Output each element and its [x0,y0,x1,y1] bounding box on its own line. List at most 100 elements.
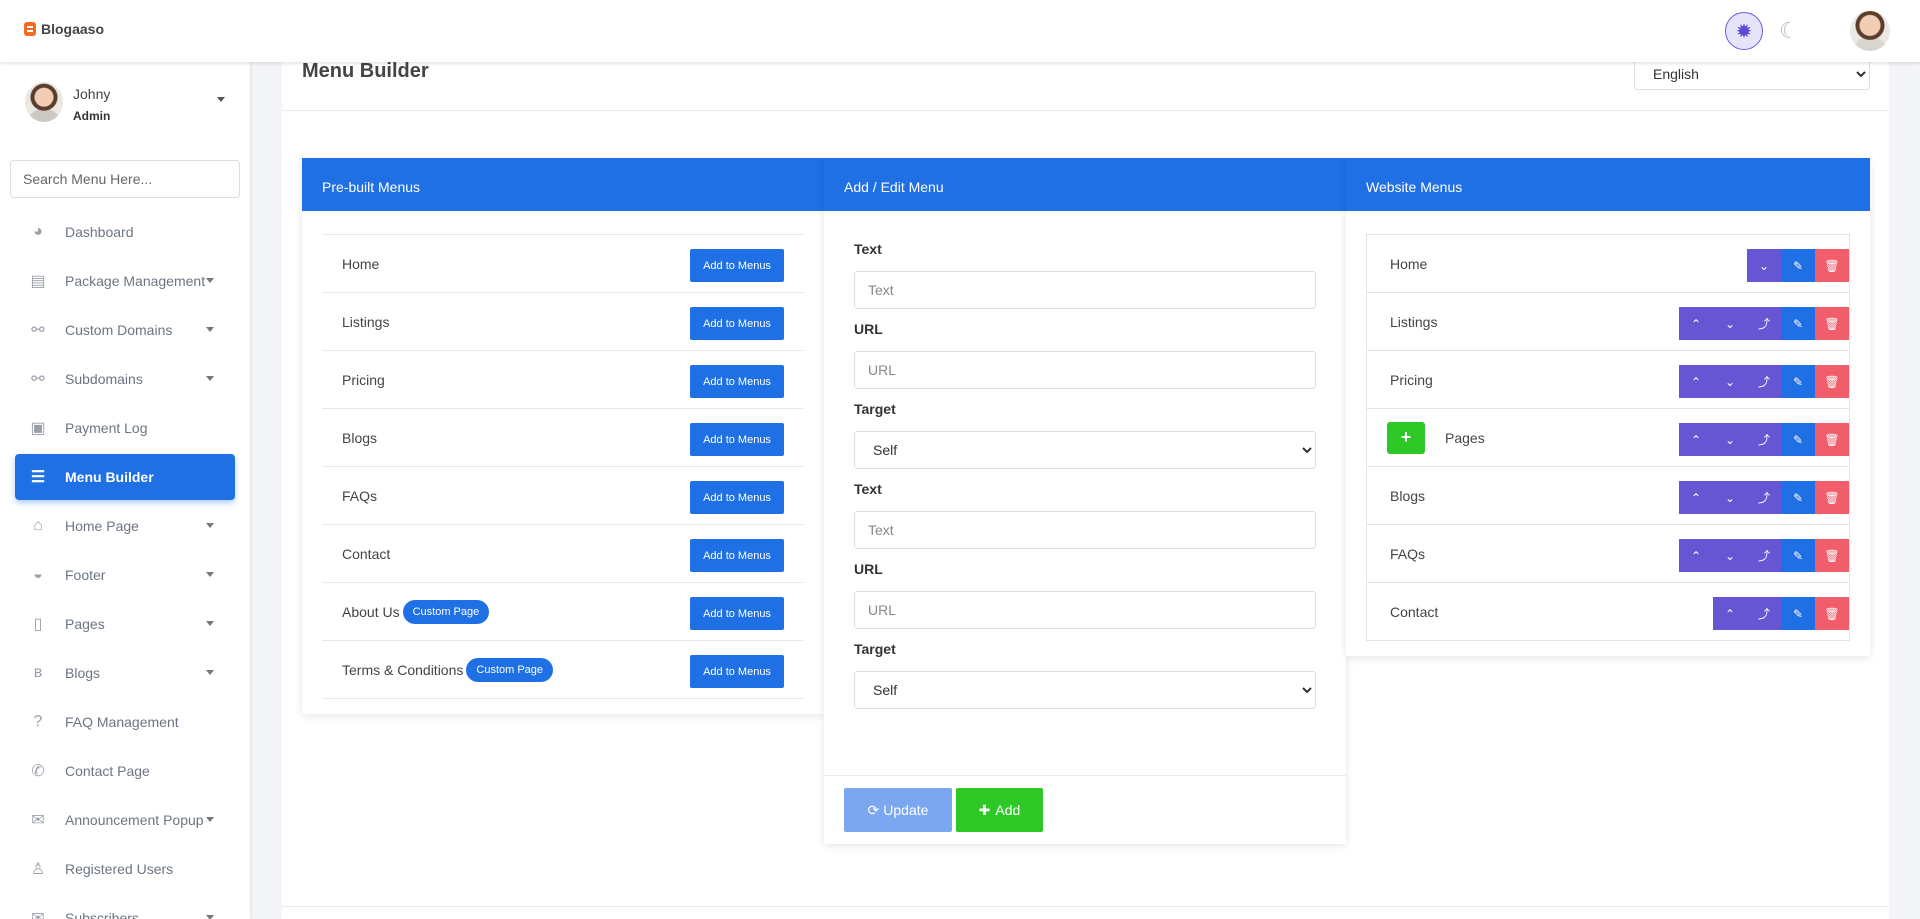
delete-button[interactable]: 🗑 [1815,539,1849,572]
sidebar-item-custom-domains[interactable]: ⚯ Custom Domains [0,305,250,354]
sidebar-item-dashboard[interactable]: ◕ Dashboard [0,207,250,256]
prebuilt-menus-title: Pre-built Menus [302,158,824,211]
custom-page-badge: Custom Page [466,657,554,682]
delete-button[interactable]: 🗑 [1815,249,1849,282]
chevron-down-icon[interactable] [217,97,225,102]
move-down-button[interactable]: ⌄ [1713,481,1747,514]
move-up-button[interactable]: ⌃ [1679,365,1713,398]
sidebar-item-subdomains[interactable]: ⚯ Subdomains [0,354,250,403]
sidebar-item-label: Custom Domains [65,321,173,338]
sidebar-item-home-page[interactable]: ⌂ Home Page [0,501,250,550]
edit-button[interactable]: ✎ [1781,481,1815,514]
add-to-menus-button[interactable]: Add to Menus [690,307,784,340]
trash-icon: 🗑 [1824,548,1840,563]
website-menus-list: Home ⌄ ✎ 🗑 Listings ⌃ ⌄ ⤴ ✎ 🗑 Pricing ⌃ ⌄ ⤴ ✎ 🗑 + Pages ⌃ ⌄… [1366,234,1850,641]
update-button[interactable]: ⟳ Update [844,788,952,832]
sidebar-item-contact-page[interactable]: ✆ Contact Page [0,746,250,795]
move-up-button[interactable]: ⌃ [1713,597,1747,630]
prebuilt-menus-list: Home Add to Menus Listings Add to Menus Pric… [322,234,804,699]
edit-button[interactable]: ✎ [1781,597,1815,630]
sidebar-item-payment-log[interactable]: ▣ Payment Log [0,403,250,452]
move-up-button[interactable]: ⌃ [1679,481,1713,514]
text-label-2: Text [854,481,882,497]
sidebar-item-package-management[interactable]: ▤ Package Management [0,256,250,305]
moon-icon: ☾ [1779,18,1799,43]
edit-button[interactable]: ✎ [1781,249,1815,282]
registered-users-icon: ♙ [30,860,46,878]
delete-button[interactable]: 🗑 [1815,365,1849,398]
list-item: FAQs ⌃ ⌄ ⤴ ✎ 🗑 [1367,525,1849,583]
menu-label: Terms & Conditions [342,661,464,678]
expand-button[interactable]: + [1387,421,1425,454]
light-theme-button[interactable]: ✹ [1725,12,1763,50]
chevron-up-icon: ⌃ [1690,316,1702,331]
list-item: FAQs Add to Menus [322,467,804,525]
move-out-button[interactable]: ⤴ [1747,481,1781,514]
profile-avatar[interactable] [1850,11,1890,51]
sidebar-item-blogs[interactable]: ʙ Blogs [0,648,250,697]
sidebar-item-footer[interactable]: ◒ Footer [0,550,250,599]
user-profile[interactable]: Johny Admin [25,82,235,126]
chevron-down-icon: ⌄ [1724,490,1736,505]
add-to-menus-button[interactable]: Add to Menus [690,481,784,514]
delete-button[interactable]: 🗑 [1815,423,1849,456]
move-up-button[interactable]: ⌃ [1679,539,1713,572]
move-down-button[interactable]: ⌄ [1747,249,1781,282]
delete-button[interactable]: 🗑 [1815,481,1849,514]
text-input-2[interactable] [854,511,1316,549]
text-input[interactable] [854,271,1316,309]
add-to-menus-button[interactable]: Add to Menus [690,365,784,398]
logo[interactable]: Blogaaso [24,21,104,37]
delete-button[interactable]: 🗑 [1815,597,1849,630]
sidebar-item-faq-management[interactable]: ? FAQ Management [0,697,250,746]
add-to-menus-button[interactable]: Add to Menus [690,423,784,456]
sidebar-item-announcement-popup[interactable]: ✉ Announcement Popup [0,795,250,844]
url-input-2[interactable] [854,591,1316,629]
edit-button[interactable]: ✎ [1781,539,1815,572]
dark-theme-button[interactable]: ☾ [1770,12,1808,50]
target-select-2[interactable]: Self [854,671,1316,709]
edit-button[interactable]: ✎ [1781,365,1815,398]
search-menu-input[interactable] [10,160,240,198]
add-to-menus-button[interactable]: Add to Menus [690,249,784,282]
move-out-button[interactable]: ⤴ [1747,423,1781,456]
move-down-button[interactable]: ⌄ [1713,365,1747,398]
sidebar-item-pages[interactable]: ▯ Pages [0,599,250,648]
sidebar-item-registered-users[interactable]: ♙ Registered Users [0,844,250,893]
sidebar: Johny Admin ◕ Dashboard ▤ Package Managemen… [0,62,250,919]
move-out-button[interactable]: ⤴ [1747,307,1781,340]
url-input[interactable] [854,351,1316,389]
move-down-button[interactable]: ⌄ [1713,307,1747,340]
level-up-icon: ⤴ [1757,607,1770,621]
edit-icon: ✎ [1792,258,1804,273]
menu-label: Blogs [342,429,378,446]
edit-button[interactable]: ✎ [1781,423,1815,456]
move-out-button[interactable]: ⤴ [1747,365,1781,398]
move-out-button[interactable]: ⤴ [1747,539,1781,572]
sidebar-item-menu-builder[interactable]: ☰ Menu Builder [15,454,235,500]
move-down-button[interactable]: ⌄ [1713,539,1747,572]
edit-icon: ✎ [1792,374,1804,389]
language-select[interactable]: English [1634,58,1870,90]
move-out-button[interactable]: ⤴ [1747,597,1781,630]
chevron-down-icon [206,572,214,577]
add-to-menus-button[interactable]: Add to Menus [690,597,784,630]
move-down-button[interactable]: ⌄ [1713,423,1747,456]
add-to-menus-button[interactable]: Add to Menus [690,539,784,572]
delete-button[interactable]: 🗑 [1815,307,1849,340]
edit-button[interactable]: ✎ [1781,307,1815,340]
level-up-icon: ⤴ [1757,491,1770,505]
divider [824,775,1346,776]
move-up-button[interactable]: ⌃ [1679,423,1713,456]
sidebar-item-subscribers[interactable]: ✉ Subscribers [0,893,250,919]
blogs-icon: ʙ [33,663,43,681]
add-button[interactable]: ✚ Add [956,788,1043,832]
add-to-menus-button[interactable]: Add to Menus [690,655,784,688]
chevron-up-icon: ⌃ [1690,374,1702,389]
target-select[interactable]: Self [854,431,1316,469]
move-up-button[interactable]: ⌃ [1679,307,1713,340]
plus-icon: + [1400,427,1412,447]
edit-icon: ✎ [1792,432,1804,447]
chevron-down-icon: ⌄ [1724,432,1736,447]
menu-label: Contact [342,545,391,562]
